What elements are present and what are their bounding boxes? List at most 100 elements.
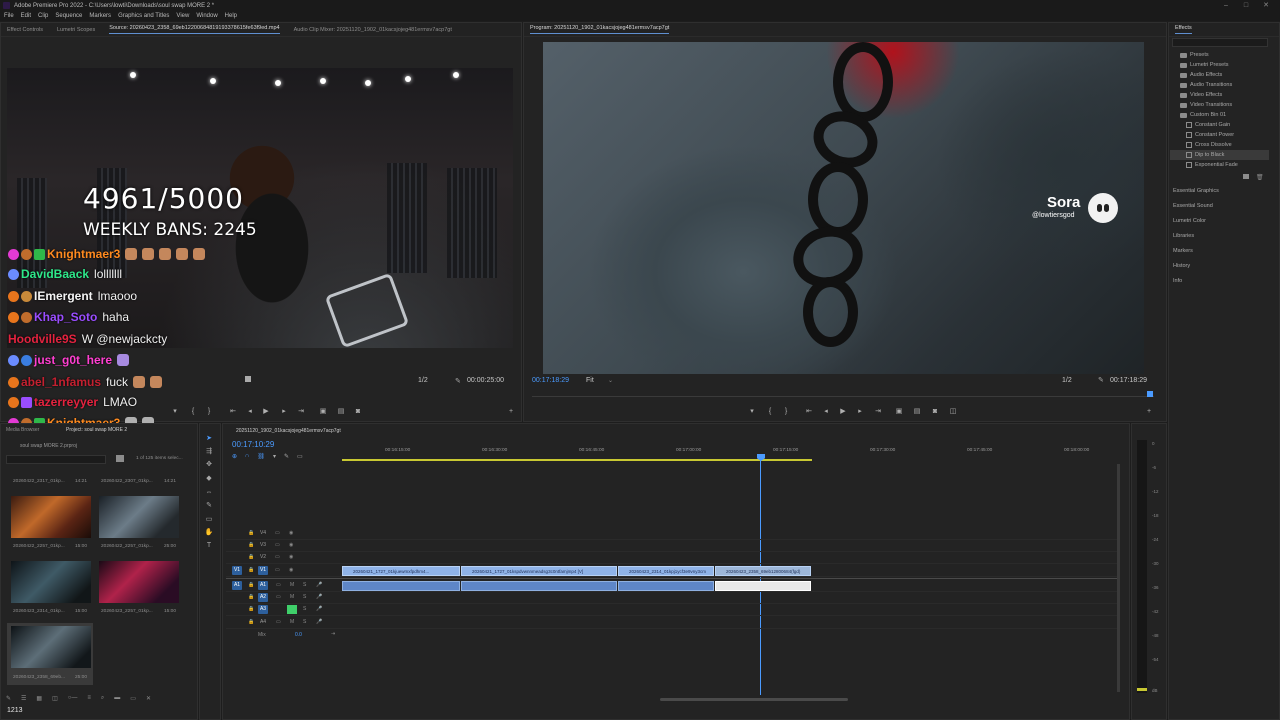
tab-project[interactable]: Project: soul swap MORE 2	[66, 427, 127, 433]
trash-icon[interactable]: 🗑	[1256, 174, 1264, 181]
timeline-clip[interactable]: 20260421_1727_01kspdvwnnmeadsg3c0ntfamjm…	[461, 566, 617, 576]
effects-tree-item[interactable]: Custom Bin 01	[1180, 110, 1226, 120]
effects-tree-item[interactable]: Presets	[1180, 50, 1209, 60]
track-select-tool-icon[interactable]: ⇶	[204, 447, 214, 457]
audio-clip-selected[interactable]	[715, 581, 811, 591]
track-label-v3[interactable]: V3	[258, 541, 268, 550]
bin-thumbnail[interactable]	[11, 561, 91, 603]
lock-icon[interactable]: 🔒	[248, 567, 254, 573]
new-bin-icon[interactable]: ▬	[114, 695, 120, 703]
insert-button[interactable]: ▣	[318, 407, 328, 417]
tab-effect-controls[interactable]: Effect Controls	[7, 27, 43, 33]
list-view-icon[interactable]: ☰	[21, 695, 26, 703]
panel-essential-graphics[interactable]: Essential Graphics	[1173, 188, 1219, 194]
effects-tree-item[interactable]: Exponential Fade	[1186, 160, 1238, 170]
effects-tree-item[interactable]: Cross Dissolve	[1186, 140, 1232, 150]
sync-lock-icon[interactable]: ▭	[276, 582, 281, 588]
freeform-view-icon[interactable]: ◫	[52, 695, 58, 703]
lock-icon[interactable]: 🔒	[248, 530, 254, 536]
timeline-vertical-scrollbar[interactable]	[1117, 464, 1120, 692]
marker-icon[interactable]	[245, 376, 251, 382]
effects-search-input[interactable]	[1172, 38, 1268, 47]
overwrite-button[interactable]: ▤	[336, 407, 346, 417]
solo-button[interactable]: S	[303, 594, 306, 600]
bin-thumbnail[interactable]	[99, 561, 179, 603]
mark-in-button[interactable]: {	[765, 407, 775, 417]
program-zoom-select[interactable]: 1/2	[1062, 377, 1072, 384]
go-to-out-button[interactable]: ⇥	[873, 407, 883, 417]
panel-essential-sound[interactable]: Essential Sound	[1173, 203, 1213, 209]
pen-tool-icon[interactable]: ✎	[204, 501, 214, 511]
microphone-icon[interactable]: 🎤	[316, 594, 322, 600]
track-label-v2[interactable]: V2	[258, 553, 268, 562]
linked-selection-icon[interactable]: ⛓	[257, 453, 265, 461]
solo-button-active[interactable]	[287, 605, 297, 614]
tab-effects[interactable]: Effects	[1175, 25, 1192, 34]
lock-icon[interactable]: 🔒	[248, 594, 254, 600]
track-label-v4[interactable]: V4	[258, 529, 268, 538]
track-label-a4[interactable]: A4	[258, 618, 268, 627]
timeline-clip[interactable]: 20260423_2358_69eb12800684(fgd)	[715, 566, 811, 576]
effects-tree-item[interactable]: Audio Effects	[1180, 70, 1222, 80]
mix-value[interactable]: 0.0	[295, 632, 302, 638]
lock-icon[interactable]: 🔒	[248, 606, 254, 612]
lift-button[interactable]: ▣	[894, 407, 904, 417]
work-area-bar[interactable]	[342, 459, 812, 461]
play-button[interactable]: ▶	[261, 407, 271, 417]
button-editor-plus[interactable]: +	[506, 407, 516, 417]
bin-thumbnail[interactable]	[11, 626, 91, 668]
selection-tool-icon[interactable]: ➤	[204, 434, 214, 444]
audio-clip[interactable]	[342, 581, 460, 591]
mark-out-button[interactable]: }	[781, 407, 791, 417]
icon-view-icon[interactable]: ▦	[36, 695, 42, 703]
play-button[interactable]: ▶	[838, 407, 848, 417]
track-label-a2[interactable]: A2	[258, 593, 268, 602]
pencil-icon[interactable]: ✎	[6, 695, 11, 703]
hand-tool-icon[interactable]: ✋	[204, 528, 214, 538]
track-label-v1[interactable]: V1	[258, 566, 268, 575]
add-marker-icon[interactable]: ▾	[273, 453, 276, 461]
button-editor-plus[interactable]: +	[1144, 407, 1154, 417]
sync-lock-icon[interactable]: ▭	[275, 542, 280, 548]
eye-icon[interactable]: ◉	[289, 542, 293, 548]
sync-lock-icon[interactable]: ▭	[275, 554, 280, 560]
ripple-edit-tool-icon[interactable]: ✥	[204, 460, 214, 470]
rectangle-tool-icon[interactable]: ▭	[204, 515, 214, 525]
trash-icon[interactable]: ✕	[146, 695, 151, 703]
menu-help[interactable]: Help	[225, 13, 237, 19]
step-back-button[interactable]: ◂	[821, 407, 831, 417]
sync-lock-icon[interactable]: ▭	[276, 619, 281, 625]
track-label-a1[interactable]: A1	[258, 581, 268, 590]
tab-media-browser[interactable]: Media Browser	[6, 427, 39, 433]
effects-tree-item[interactable]: Video Transitions	[1180, 100, 1232, 110]
new-item-icon[interactable]: ▭	[130, 695, 136, 703]
timeline-timecode[interactable]: 00:17:10:29	[232, 440, 274, 449]
mark-out-button[interactable]: }	[204, 407, 214, 417]
lock-icon[interactable]: 🔒	[248, 542, 254, 548]
microphone-icon[interactable]: 🎤	[316, 582, 322, 588]
go-to-in-button[interactable]: ⇤	[804, 407, 814, 417]
program-playhead-timecode[interactable]: 00:17:18:29	[532, 377, 569, 384]
mute-button[interactable]: M	[290, 594, 294, 600]
new-bin-icon[interactable]	[116, 455, 124, 462]
add-marker-button[interactable]: ▾	[170, 407, 180, 417]
timeline-horizontal-scrollbar[interactable]	[660, 698, 848, 701]
lock-icon[interactable]: 🔒	[248, 554, 254, 560]
tab-program[interactable]: Program: 20251120_1902_01kacsjojeg481erm…	[530, 25, 669, 34]
minimize-button[interactable]: –	[1216, 0, 1236, 11]
type-tool-icon[interactable]: T	[204, 541, 214, 551]
bin-thumbnail[interactable]	[11, 496, 91, 538]
chevron-down-icon[interactable]: ⌄	[608, 377, 613, 384]
wrench-icon[interactable]: ✎	[1098, 376, 1104, 384]
panel-info[interactable]: Info	[1173, 278, 1182, 284]
source-patch-v1[interactable]: V1	[232, 566, 242, 575]
slip-tool-icon[interactable]: ⇔	[204, 488, 214, 498]
panel-history[interactable]: History	[1173, 263, 1190, 269]
step-forward-button[interactable]: ▸	[279, 407, 289, 417]
timeline-clip[interactable]: 20260421_1727_01kjuewmxfpdhm4...	[342, 566, 460, 576]
panel-libraries[interactable]: Libraries	[1173, 233, 1194, 239]
project-search-input[interactable]	[6, 455, 106, 464]
mark-in-button[interactable]: {	[188, 407, 198, 417]
program-playhead[interactable]	[1147, 391, 1153, 397]
effects-tree-item[interactable]: Video Effects	[1180, 90, 1222, 100]
